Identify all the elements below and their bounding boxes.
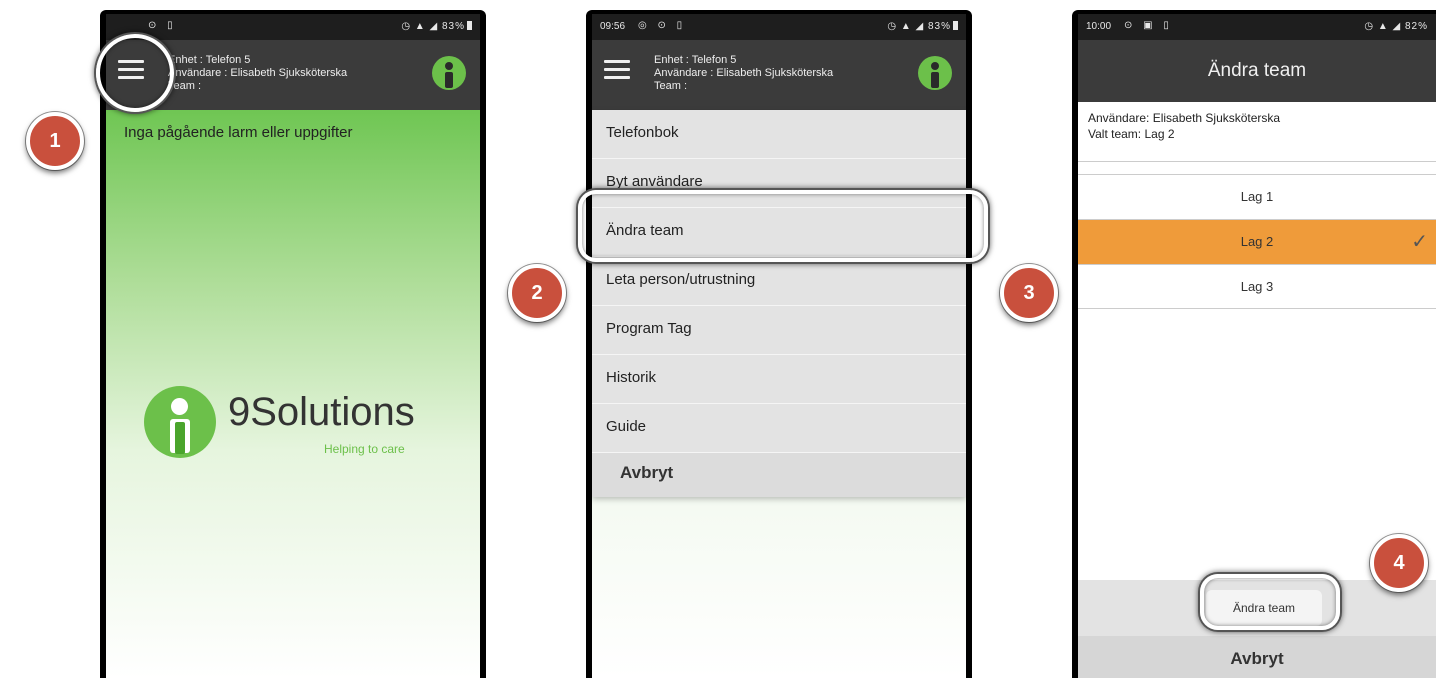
status-time: 10:00 bbox=[1086, 21, 1112, 32]
cancel-button[interactable]: Avbryt bbox=[1078, 636, 1436, 678]
status-bar: 09:56 ◎ ⊙ ▯ ◷ ▲ ◢ 83% bbox=[592, 14, 966, 40]
battery-status: ◷ ▲ ◢ 82% bbox=[1364, 21, 1428, 32]
highlight-ring-andra-team bbox=[578, 190, 988, 262]
battery-icon bbox=[467, 21, 472, 30]
team-list: Lag 1 Lag 2 ✓ Lag 3 bbox=[1078, 174, 1436, 309]
menu-cancel-button[interactable]: Avbryt bbox=[592, 453, 966, 497]
menu-item-historik[interactable]: Historik bbox=[592, 355, 966, 404]
battery-status: ◷ ▲ ◢ 83% bbox=[401, 21, 472, 32]
brand-logo-icon bbox=[144, 386, 216, 458]
team-item-lag-2[interactable]: Lag 2 ✓ bbox=[1078, 219, 1436, 264]
battery-percent: 83% bbox=[441, 21, 465, 32]
team-label: Lag 2 bbox=[1240, 234, 1274, 249]
user-info: Användare: Elisabeth Sjuksköterska Valt … bbox=[1078, 102, 1436, 162]
device-user: Användare : Elisabeth Sjuksköterska bbox=[168, 67, 348, 79]
phone-home-screen: ⊙ ▯ ◷ ▲ ◢ 83% Enhet : Telefon 5 Användar… bbox=[100, 10, 486, 678]
screen: ⊙ ▯ ◷ ▲ ◢ 83% Enhet : Telefon 5 Användar… bbox=[106, 14, 480, 678]
page-title: Ändra team bbox=[1078, 40, 1436, 102]
nav-menu: Telefonbok Byt användare Ändra team Leta… bbox=[592, 110, 966, 497]
notification-icons: ◎ ⊙ ▯ bbox=[638, 20, 687, 31]
device-user: Användare : Elisabeth Sjuksköterska bbox=[654, 67, 834, 79]
step-marker-3: 3 bbox=[1000, 264, 1058, 322]
device-team: Team : bbox=[168, 80, 202, 92]
device-unit: Enhet : Telefon 5 bbox=[654, 54, 737, 66]
battery-icon bbox=[953, 21, 958, 30]
notification-icons: ⊙ ▯ bbox=[148, 20, 177, 31]
device-info: Enhet : Telefon 5 Användare : Elisabeth … bbox=[654, 54, 833, 93]
battery-percent: 83% bbox=[927, 21, 951, 32]
device-team: Team : bbox=[654, 80, 688, 92]
highlight-ring-change-button bbox=[1200, 574, 1340, 630]
menu-icon[interactable] bbox=[604, 60, 630, 82]
user-line: Användare: Elisabeth Sjuksköterska bbox=[1088, 111, 1281, 125]
menu-item-program-tag[interactable]: Program Tag bbox=[592, 306, 966, 355]
step-marker-4: 4 bbox=[1370, 534, 1428, 592]
notification-icons: ⊙ ▣ ▯ bbox=[1124, 20, 1173, 31]
phone-menu-screen: 09:56 ◎ ⊙ ▯ ◷ ▲ ◢ 83% Enhet : Telefon 5 … bbox=[586, 10, 972, 678]
empty-message: Inga pågående larm eller uppgifter bbox=[124, 124, 353, 141]
status-bar: ⊙ ▯ ◷ ▲ ◢ 83% bbox=[106, 14, 480, 40]
battery-status: ◷ ▲ ◢ 83% bbox=[887, 21, 958, 32]
menu-item-guide[interactable]: Guide bbox=[592, 404, 966, 453]
device-unit: Enhet : Telefon 5 bbox=[168, 54, 251, 66]
team-item-lag-3[interactable]: Lag 3 bbox=[1078, 264, 1436, 309]
device-info: Enhet : Telefon 5 Användare : Elisabeth … bbox=[168, 54, 347, 93]
team-item-lag-1[interactable]: Lag 1 bbox=[1078, 174, 1436, 219]
step-marker-2: 2 bbox=[508, 264, 566, 322]
app-logo-icon bbox=[432, 56, 466, 90]
app-logo-icon bbox=[918, 56, 952, 90]
brand-name: 9Solutions bbox=[228, 390, 415, 434]
selected-team-line: Valt team: Lag 2 bbox=[1088, 127, 1175, 141]
team-label: Lag 1 bbox=[1240, 189, 1274, 204]
battery-percent: 82% bbox=[1404, 21, 1428, 32]
status-time: 09:56 bbox=[600, 21, 626, 32]
menu-item-telefonbok[interactable]: Telefonbok bbox=[592, 110, 966, 159]
highlight-ring-menu bbox=[96, 34, 174, 112]
screen: 09:56 ◎ ⊙ ▯ ◷ ▲ ◢ 83% Enhet : Telefon 5 … bbox=[592, 14, 966, 678]
status-bar: 10:00 ⊙ ▣ ▯ ◷ ▲ ◢ 82% bbox=[1078, 14, 1436, 40]
brand-logo: 9Solutions Helping to care bbox=[144, 386, 444, 476]
brand-tagline: Helping to care bbox=[324, 442, 405, 456]
team-label: Lag 3 bbox=[1240, 279, 1274, 294]
step-marker-1: 1 bbox=[26, 112, 84, 170]
menu-item-leta-person[interactable]: Leta person/utrustning bbox=[592, 257, 966, 306]
app-header: Enhet : Telefon 5 Användare : Elisabeth … bbox=[592, 40, 966, 110]
checkmark-icon: ✓ bbox=[1411, 231, 1428, 253]
